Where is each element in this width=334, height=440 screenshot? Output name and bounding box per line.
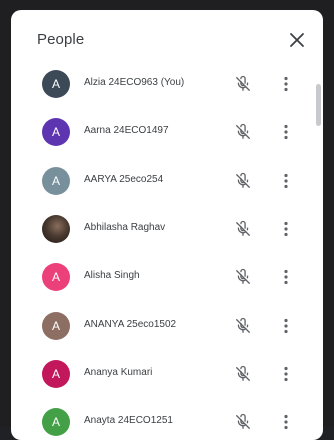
close-icon[interactable]	[285, 28, 309, 52]
mic-off-icon	[233, 267, 253, 287]
mic-off-icon	[233, 364, 253, 384]
participant-name: ANANYA 25eco1502	[84, 318, 177, 330]
participant-row[interactable]: A Anayta 24ECO1251	[11, 398, 311, 440]
mic-off-icon	[233, 316, 253, 336]
avatar	[42, 214, 70, 243]
avatar: A	[42, 118, 70, 147]
mic-off-icon	[233, 412, 253, 432]
scrollbar-thumb[interactable]	[316, 84, 321, 126]
avatar: A	[42, 70, 70, 98]
more-vert-icon[interactable]	[276, 122, 296, 142]
avatar: A	[42, 408, 70, 437]
avatar: A	[42, 263, 70, 292]
participant-name: Aarna 24ECO1497	[84, 125, 169, 137]
mic-off-icon	[233, 219, 253, 239]
more-vert-icon[interactable]	[276, 267, 296, 287]
mic-off-icon	[233, 74, 253, 94]
participant-row[interactable]: A Ananya Kumari	[11, 350, 311, 398]
panel-title: People	[37, 31, 85, 48]
participant-row[interactable]: A AARYA 25eco254	[11, 157, 311, 205]
participant-row[interactable]: A ANANYA 25eco1502	[11, 302, 311, 350]
participant-name: Ananya Kumari	[84, 366, 153, 378]
participant-name: Anayta 24ECO1251	[84, 415, 173, 427]
more-vert-icon[interactable]	[276, 74, 296, 94]
people-panel: People A Alzia 24ECO963 (You) A Aarna 24ECO…	[11, 10, 323, 440]
participant-row[interactable]: Abhilasha Raghav	[11, 205, 311, 253]
participant-row[interactable]: A Aarna 24ECO1497	[11, 108, 311, 156]
participant-name: Alzia 24ECO963 (You)	[84, 77, 185, 88]
participant-name: AARYA 25eco254	[84, 173, 164, 185]
more-vert-icon[interactable]	[276, 316, 296, 336]
more-vert-icon[interactable]	[276, 219, 296, 239]
more-vert-icon[interactable]	[276, 364, 296, 384]
mic-off-icon	[233, 122, 253, 142]
avatar: A	[42, 166, 70, 195]
participant-name: Alisha Singh	[84, 270, 140, 282]
more-vert-icon[interactable]	[276, 171, 296, 191]
participant-row[interactable]: A Alisha Singh	[11, 253, 311, 301]
mic-off-icon	[233, 171, 253, 191]
participant-row[interactable]: A Alzia 24ECO963 (You)	[11, 60, 311, 108]
more-vert-icon[interactable]	[276, 412, 296, 432]
participant-name: Abhilasha Raghav	[84, 221, 166, 233]
avatar: A	[42, 359, 70, 388]
avatar: A	[42, 311, 70, 340]
